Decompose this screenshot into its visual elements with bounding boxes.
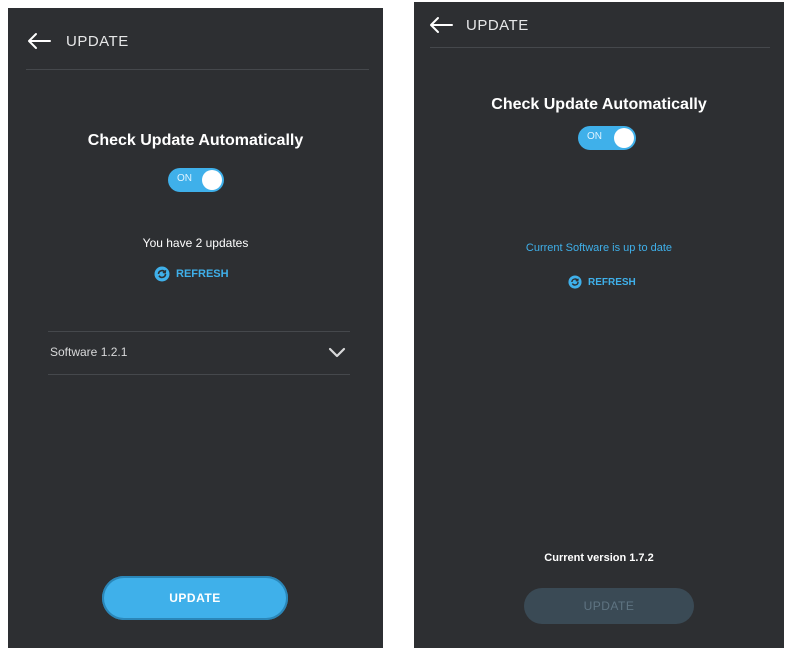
- page-title: UPDATE: [466, 17, 529, 34]
- header: UPDATE: [414, 2, 784, 68]
- page-title: UPDATE: [66, 33, 129, 50]
- up-to-date-text: Current Software is up to date: [525, 242, 673, 254]
- header: UPDATE: [8, 8, 383, 74]
- refresh-icon: [568, 275, 582, 289]
- auto-update-label: Check Update Automatically: [87, 132, 304, 149]
- header-divider: [26, 69, 369, 70]
- back-arrow-icon[interactable]: [26, 32, 52, 50]
- current-version-text: Current version 1.7.2: [544, 552, 654, 564]
- auto-update-toggle[interactable]: ON: [578, 126, 636, 150]
- update-screen-up-to-date: UPDATE Check Update Automatically ON Cur…: [414, 2, 784, 648]
- refresh-label: REFRESH: [176, 268, 229, 280]
- software-version-dropdown[interactable]: Software 1.2.1: [48, 331, 350, 375]
- updates-count-text: You have 2 updates: [142, 236, 249, 250]
- toggle-state-label: ON: [587, 131, 602, 142]
- auto-update-toggle[interactable]: ON: [168, 168, 224, 192]
- software-version-label: Software 1.2.1: [50, 345, 128, 359]
- toggle-state-label: ON: [177, 173, 192, 184]
- refresh-button[interactable]: REFRESH: [154, 266, 229, 282]
- back-arrow-icon[interactable]: [428, 16, 454, 34]
- update-button[interactable]: UPDATE: [102, 576, 288, 620]
- toggle-knob: [202, 170, 222, 190]
- refresh-button[interactable]: REFRESH: [568, 275, 636, 289]
- update-screen-updates-available: UPDATE Check Update Automatically ON You…: [8, 8, 383, 648]
- toggle-knob: [614, 128, 634, 148]
- update-button-disabled: UPDATE: [524, 588, 694, 624]
- header-divider: [430, 47, 770, 48]
- chevron-down-icon: [328, 347, 346, 358]
- auto-update-label: Check Update Automatically: [491, 96, 707, 113]
- refresh-icon: [154, 266, 170, 282]
- refresh-label: REFRESH: [588, 276, 636, 288]
